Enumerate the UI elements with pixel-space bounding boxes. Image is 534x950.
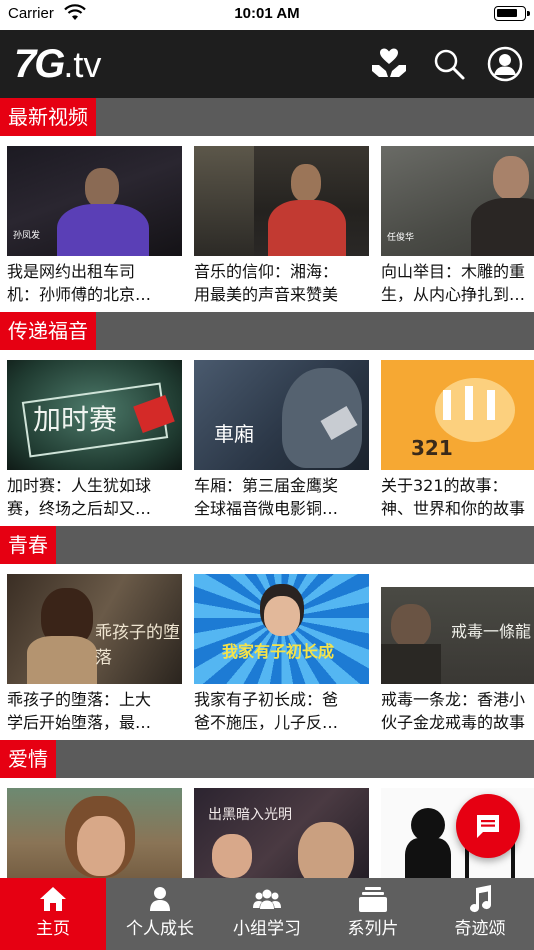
video-card[interactable]: 321 关于321的故事： 神、世界和你的故事 [381, 360, 534, 520]
video-card[interactable]: 我家有子初长成 我家有子初长成：爸 爸不施压，儿子反… [194, 574, 369, 734]
thumbnail-caption: 321 [411, 436, 453, 460]
person-icon [150, 887, 170, 911]
thumbnail-caption: 戒毒一條龍 [451, 622, 532, 641]
video-title: 向山举目：木雕的重 生，从内心挣扎到… [381, 262, 526, 304]
thumbnail-caption: 乖孩子的堕落 [95, 623, 180, 668]
status-bar: Carrier 10:01 AM [0, 0, 534, 30]
app-logo[interactable]: 7G.tv [14, 42, 101, 87]
home-icon [40, 887, 66, 911]
donate-icon[interactable] [369, 44, 409, 84]
video-thumbnail[interactable]: 加时赛 [7, 360, 182, 470]
tab-label: 个人成长 [126, 919, 194, 939]
video-card[interactable] [7, 788, 182, 878]
video-title: 加时赛：人生犹如球 赛，终场之后却又… [7, 476, 152, 518]
clock: 10:01 AM [234, 5, 300, 22]
video-title: 我家有子初长成：爸 爸不施压，儿子反… [194, 690, 339, 732]
tab-series[interactable]: 系列片 [320, 878, 426, 950]
tab-personal-growth[interactable]: 个人成长 [107, 878, 213, 950]
thumbnail-caption: 出黑暗入光明 [208, 807, 292, 823]
video-row-gospel: 加时赛 加时赛：人生犹如球 赛，终场之后却又… 車廂 车厢：第三届金鹰奖 全球福音微… [0, 350, 534, 526]
video-row-youth: 乖孩子的堕落 乖孩子的堕落：上大 学后开始堕落，最… 我家有子初长成 我家有子初长… [0, 564, 534, 740]
video-title: 音乐的信仰：湘海： 用最美的声音来赞美 [194, 262, 339, 304]
thumbnail-caption: 我家有子初长成 [222, 642, 335, 661]
music-note-icon [470, 885, 492, 913]
video-card[interactable]: 車廂 车厢：第三届金鹰奖 全球福音微电影铜… [194, 360, 369, 520]
section-header-latest: 最新视频 [0, 98, 534, 136]
search-icon[interactable] [429, 44, 469, 84]
section-header-love: 爱情 [0, 740, 534, 778]
section-title: 最新视频 [0, 98, 96, 136]
stack-icon [359, 887, 387, 912]
tab-label: 奇迹颂 [454, 919, 506, 939]
video-title: 乖孩子的堕落：上大 学后开始堕落，最… [7, 690, 152, 732]
section-header-gospel: 传递福音 [0, 312, 534, 350]
thumbnail-caption: 任俊华 [387, 233, 415, 243]
video-card[interactable]: 任俊华 向山举目：木雕的重 生，从内心挣扎到… [381, 146, 534, 306]
tab-home[interactable]: 主页 [0, 878, 106, 950]
tab-group-study[interactable]: 小组学习 [214, 878, 320, 950]
tab-label: 系列片 [347, 919, 399, 939]
video-card[interactable]: 乖孩子的堕落 乖孩子的堕落：上大 学后开始堕落，最… [7, 574, 182, 734]
video-title: 戒毒一条龙：香港小 伙子金龙戒毒的故事 [381, 690, 526, 732]
tab-miracle-songs[interactable]: 奇迹颂 [427, 878, 533, 950]
chat-icon [477, 815, 499, 838]
thumbnail-caption: 加时赛 [33, 403, 118, 436]
tab-label: 主页 [36, 919, 70, 939]
video-thumbnail[interactable]: 乖孩子的堕落 [7, 574, 182, 684]
video-title: 我是网约出租车司 机：孙师傅的北京… [7, 262, 152, 304]
thumbnail-caption: 孙凤发 [13, 231, 41, 241]
user-icon[interactable] [485, 44, 525, 84]
video-thumbnail[interactable]: 321 [381, 360, 534, 470]
video-thumbnail[interactable]: 出黑暗入光明 [194, 788, 369, 878]
video-row-love: 出黑暗入光明 [0, 778, 534, 878]
thumbnail-caption: 車廂 [214, 422, 254, 446]
video-thumbnail[interactable]: 孙凤发 [7, 146, 182, 256]
video-card[interactable]: 加时赛 加时赛：人生犹如球 赛，终场之后却又… [7, 360, 182, 520]
video-card[interactable]: 戒毒一條龍 戒毒一条龙：香港小 伙子金龙戒毒的故事 [381, 574, 534, 734]
chat-button[interactable] [456, 794, 520, 858]
video-thumbnail[interactable]: 任俊华 [381, 146, 534, 256]
video-thumbnail[interactable]: 我家有子初长成 [194, 574, 369, 684]
video-title: 关于321的故事： 神、世界和你的故事 [381, 476, 526, 518]
section-title: 青春 [0, 526, 56, 564]
video-card[interactable]: 孙凤发 我是网约出租车司 机：孙师傅的北京… [7, 146, 182, 306]
battery-icon [494, 6, 530, 21]
video-thumbnail[interactable]: 戒毒一條龍 [381, 574, 534, 684]
video-thumbnail[interactable] [7, 788, 182, 878]
section-header-youth: 青春 [0, 526, 534, 564]
video-thumbnail[interactable] [194, 146, 369, 256]
section-title: 爱情 [0, 740, 56, 778]
tab-label: 小组学习 [233, 919, 301, 939]
video-title: 车厢：第三届金鹰奖 全球福音微电影铜… [194, 476, 339, 518]
video-row-latest: 孙凤发 我是网约出租车司 机：孙师傅的北京… 音乐的信仰：湘海： 用最美的声音来赞美… [0, 136, 534, 312]
top-bar: 7G.tv [0, 30, 534, 98]
group-icon [253, 889, 281, 909]
bottom-tab-bar: 主页 个人成长 小组学习 系列片 奇迹颂 [0, 878, 534, 950]
video-card[interactable]: 出黑暗入光明 [194, 788, 369, 878]
video-card[interactable]: 音乐的信仰：湘海： 用最美的声音来赞美 [194, 146, 369, 306]
video-thumbnail[interactable]: 車廂 [194, 360, 369, 470]
section-title: 传递福音 [0, 312, 96, 350]
